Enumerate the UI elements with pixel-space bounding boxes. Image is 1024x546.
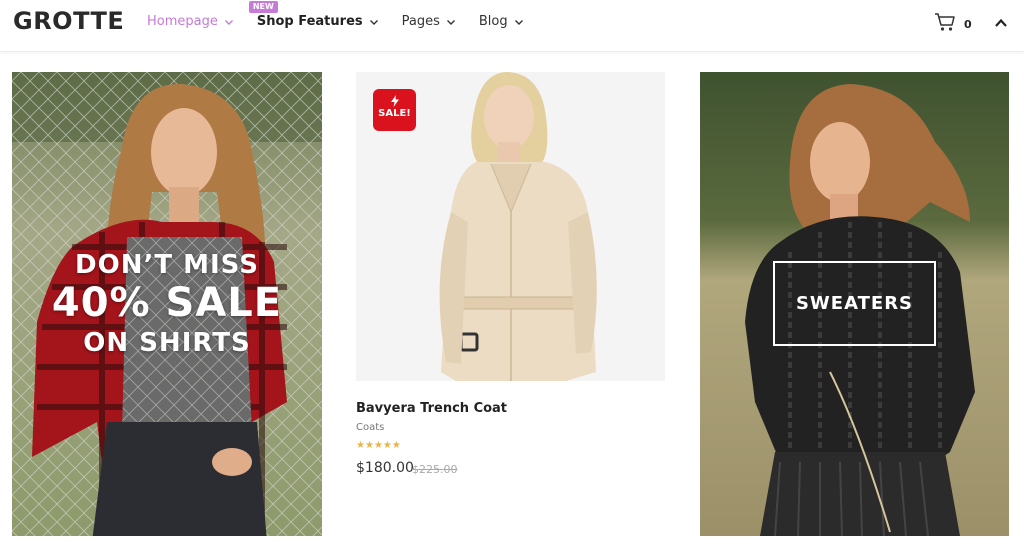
new-badge: NEW [248, 1, 278, 13]
product-title[interactable]: Bavyera Trench Coat [356, 401, 507, 416]
nav-item-label: Blog [478, 14, 508, 29]
nav-item-shop-features[interactable]: NEW Shop Features [248, 1, 379, 29]
promo-line-2: 40% SALE [51, 280, 283, 326]
product-price: $180.00 [356, 460, 414, 476]
promo-line-3: ON SHIRTS [83, 328, 251, 358]
star-icon: ★ [382, 440, 392, 451]
nav-item-homepage[interactable]: Homepage [147, 14, 234, 29]
main-nav: Homepage NEW Shop Features Pages Blog [147, 1, 547, 29]
site-logo[interactable]: GROTTE [13, 7, 124, 35]
star-icon: ★ [364, 440, 374, 451]
promo-banner-sweaters[interactable]: SWEATERS [700, 72, 1009, 536]
nav-item-pages[interactable]: Pages [402, 14, 456, 29]
star-icon: ★ [391, 440, 401, 451]
sweaters-label: SWEATERS [795, 293, 914, 314]
nav-item-label: Homepage [147, 14, 218, 29]
chevron-down-icon [446, 17, 456, 27]
cart-button[interactable]: 0 [934, 12, 972, 36]
sweaters-category-box[interactable]: SWEATERS [773, 261, 936, 346]
sale-badge: SALE! [373, 89, 416, 131]
product-rating: ★ ★ ★ ★ ★ [356, 441, 401, 451]
star-icon: ★ [373, 440, 383, 451]
chevron-down-icon [369, 17, 379, 27]
product-category[interactable]: Coats [356, 422, 384, 433]
nav-item-label: Shop Features [256, 14, 363, 29]
nav-item-blog[interactable]: Blog [479, 14, 524, 29]
star-icon: ★ [356, 440, 365, 451]
chevron-down-icon [514, 17, 524, 27]
sale-badge-label: SALE! [378, 108, 411, 119]
chevron-up-icon[interactable] [994, 15, 1008, 29]
product-old-price: $225.00 [412, 463, 458, 476]
lightning-icon [390, 95, 399, 107]
chevron-down-icon [224, 17, 234, 27]
nav-item-label: Pages [401, 14, 440, 29]
promo-line-1: DON’T MISS [75, 250, 259, 280]
product-image[interactable]: SALE! [356, 72, 665, 381]
site-header: GROTTE Homepage NEW Shop Features Pages … [0, 0, 1024, 52]
shopping-cart-icon [934, 12, 956, 36]
cart-count: 0 [964, 17, 972, 31]
promo-banner-shirts[interactable]: DON’T MISS 40% SALE ON SHIRTS [12, 72, 322, 536]
